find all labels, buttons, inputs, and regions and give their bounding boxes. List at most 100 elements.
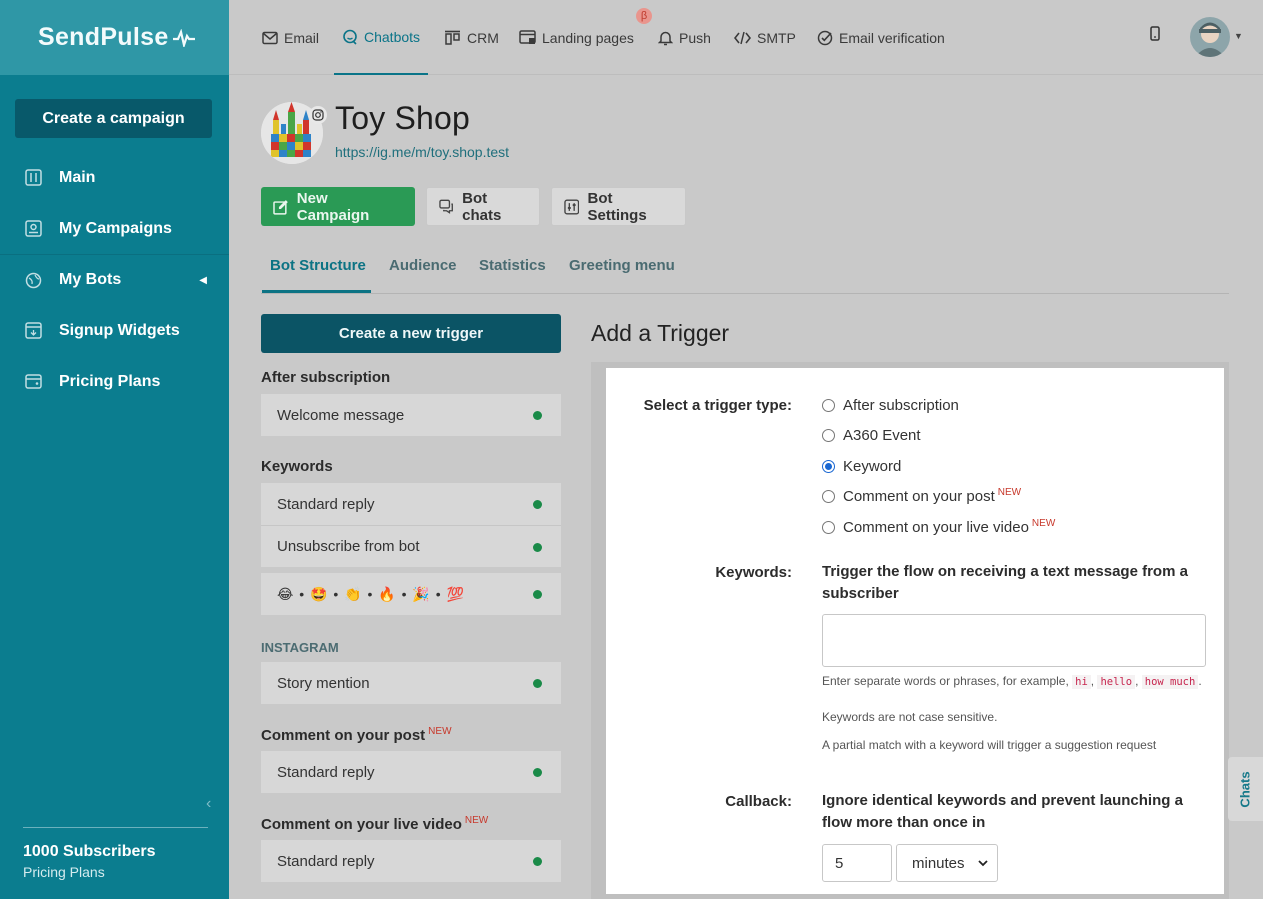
- radio-comment-post[interactable]: Comment on your post NEW: [822, 487, 1022, 505]
- trigger-emoji-keywords[interactable]: 😂 • 🤩 • 👏 • 🔥 • 🎉 • 💯: [261, 573, 561, 615]
- campaigns-icon: [24, 220, 42, 238]
- avatar[interactable]: [1190, 17, 1230, 57]
- top-nav-smtp[interactable]: SMTP: [734, 0, 796, 75]
- trigger-standard-reply[interactable]: Standard reply: [261, 483, 561, 525]
- trigger-label: Standard reply: [277, 495, 375, 513]
- trigger-unsubscribe[interactable]: Unsubscribe from bot: [261, 525, 561, 567]
- top-nav-label: Landing pages: [542, 29, 634, 46]
- logo-bar: SendPulse: [0, 0, 229, 75]
- trigger-welcome-message[interactable]: Welcome message: [261, 394, 561, 436]
- landing-icon: [519, 30, 536, 44]
- new-badge: NEW: [464, 815, 489, 826]
- sliders-icon: [24, 169, 42, 187]
- sendpulse-logo[interactable]: SendPulse: [38, 23, 195, 52]
- bot-chats-button[interactable]: Bot chats: [426, 187, 540, 226]
- trigger-label: Welcome message: [277, 406, 405, 424]
- trigger-story-mention[interactable]: Story mention: [261, 662, 561, 704]
- sidebar-item-pricing[interactable]: Pricing Plans: [0, 356, 229, 407]
- tab-bot-structure[interactable]: Bot Structure: [262, 250, 371, 293]
- bell-icon: [658, 31, 673, 45]
- chevron-down-icon: [978, 860, 988, 867]
- chats-tab-label: Chats: [1238, 770, 1253, 808]
- radio-label: Keyword: [843, 458, 902, 475]
- sidebar-item-label: My Campaigns: [59, 219, 172, 237]
- trigger-comment-live-reply[interactable]: Standard reply: [261, 840, 561, 882]
- user-avatar-icon: [1195, 22, 1225, 57]
- sidebar-item-label: Pricing Plans: [59, 372, 161, 390]
- new-campaign-button[interactable]: New Campaign: [261, 187, 415, 226]
- top-nav-landing[interactable]: Landing pages: [519, 0, 634, 75]
- divider: [23, 827, 208, 828]
- sidebar-item-label: Signup Widgets: [59, 321, 180, 339]
- radio-button[interactable]: [822, 490, 835, 503]
- beta-badge: β: [636, 8, 652, 24]
- mobile-device-icon[interactable]: [1150, 26, 1160, 46]
- radio-button-selected[interactable]: [822, 460, 835, 473]
- trigger-comment-post-reply[interactable]: Standard reply: [261, 751, 561, 793]
- top-nav-crm[interactable]: CRM: [444, 0, 499, 75]
- top-nav-chatbots[interactable]: Chatbots: [334, 0, 429, 75]
- sidebar-item-label: Main: [59, 168, 96, 186]
- radio-button[interactable]: [822, 429, 835, 442]
- create-campaign-button[interactable]: Create a campaign: [15, 99, 212, 138]
- active-status-dot: [533, 857, 542, 866]
- radio-button[interactable]: [822, 399, 835, 412]
- top-nav-push[interactable]: Push: [658, 0, 711, 75]
- code-icon: [734, 31, 751, 44]
- tab-audience[interactable]: Audience: [389, 250, 457, 293]
- bot-link[interactable]: https://ig.me/m/toy.shop.test: [335, 144, 509, 160]
- active-status-dot: [533, 543, 542, 552]
- chats-side-tab[interactable]: Chats: [1228, 757, 1263, 821]
- crm-icon: [445, 30, 460, 45]
- bot-tabs: Bot Structure Audience Statistics Greeti…: [261, 250, 1229, 294]
- settings-sliders-icon: [564, 199, 580, 214]
- bot-settings-button[interactable]: Bot Settings: [551, 187, 686, 226]
- radio-comment-live[interactable]: Comment on your live video NEW: [822, 518, 1056, 536]
- active-status-dot: [533, 768, 542, 777]
- group-label-keywords: Keywords: [261, 458, 333, 475]
- panel-title: Add a Trigger: [591, 320, 730, 346]
- radio-button[interactable]: [822, 521, 835, 534]
- keywords-input[interactable]: [822, 614, 1206, 667]
- pricing-plans-link[interactable]: Pricing Plans: [23, 864, 105, 880]
- example-keyword: hi: [1072, 675, 1091, 689]
- radio-label-text: Comment on your live video: [843, 519, 1029, 536]
- group-label-text: Comment on your live video: [261, 816, 462, 833]
- radio-after-subscription[interactable]: After subscription: [822, 397, 959, 414]
- button-label: Bot Settings: [587, 189, 647, 224]
- check-circle-icon: [817, 30, 833, 45]
- top-nav-email-verification[interactable]: Email verification: [817, 0, 945, 75]
- callback-interval-input[interactable]: 5: [822, 844, 892, 882]
- sidebar-nav: Main My Campaigns My Bots ◀ Signup Widge…: [0, 152, 229, 407]
- radio-keyword[interactable]: Keyword: [822, 458, 901, 475]
- radio-a360-event[interactable]: A360 Event: [822, 427, 921, 444]
- sidebar-item-widgets[interactable]: Signup Widgets: [0, 305, 229, 356]
- pulse-icon: [172, 28, 195, 47]
- callback-unit-select[interactable]: minutes: [896, 844, 998, 882]
- create-trigger-button[interactable]: Create a new trigger: [261, 314, 561, 353]
- callback-description: Ignore identical keywords and prevent la…: [822, 792, 1183, 831]
- tab-statistics[interactable]: Statistics: [479, 250, 546, 293]
- collapse-sidebar-icon[interactable]: ‹: [206, 795, 211, 813]
- top-nav-label: CRM: [467, 29, 499, 46]
- new-badge: NEW: [997, 487, 1022, 498]
- caret-left-icon: ◀: [199, 274, 207, 286]
- trigger-label: Standard reply: [277, 852, 375, 870]
- sidebar-item-bots[interactable]: My Bots ◀: [0, 254, 229, 305]
- group-label-instagram: INSTAGRAM: [261, 640, 339, 655]
- chevron-down-icon[interactable]: ▼: [1234, 31, 1243, 41]
- partial-match-hint: A partial match with a keyword will trig…: [822, 738, 1157, 752]
- trigger-label: Story mention: [277, 674, 370, 692]
- radio-label: A360 Event: [843, 427, 921, 444]
- hint-text: Enter separate words or phrases, for exa…: [822, 674, 1069, 688]
- chat-icon: [343, 29, 357, 45]
- keywords-label: Keywords:: [715, 564, 792, 581]
- top-nav-email[interactable]: Email: [262, 0, 319, 75]
- new-badge: NEW: [1031, 518, 1056, 529]
- tab-greeting-menu[interactable]: Greeting menu: [569, 250, 675, 293]
- radio-label: Comment on your post NEW: [843, 487, 1022, 505]
- sidebar-item-campaigns[interactable]: My Campaigns: [0, 203, 229, 254]
- envelope-icon: [262, 31, 278, 44]
- sidebar-item-main[interactable]: Main: [0, 152, 229, 203]
- trigger-label: Standard reply: [277, 763, 375, 781]
